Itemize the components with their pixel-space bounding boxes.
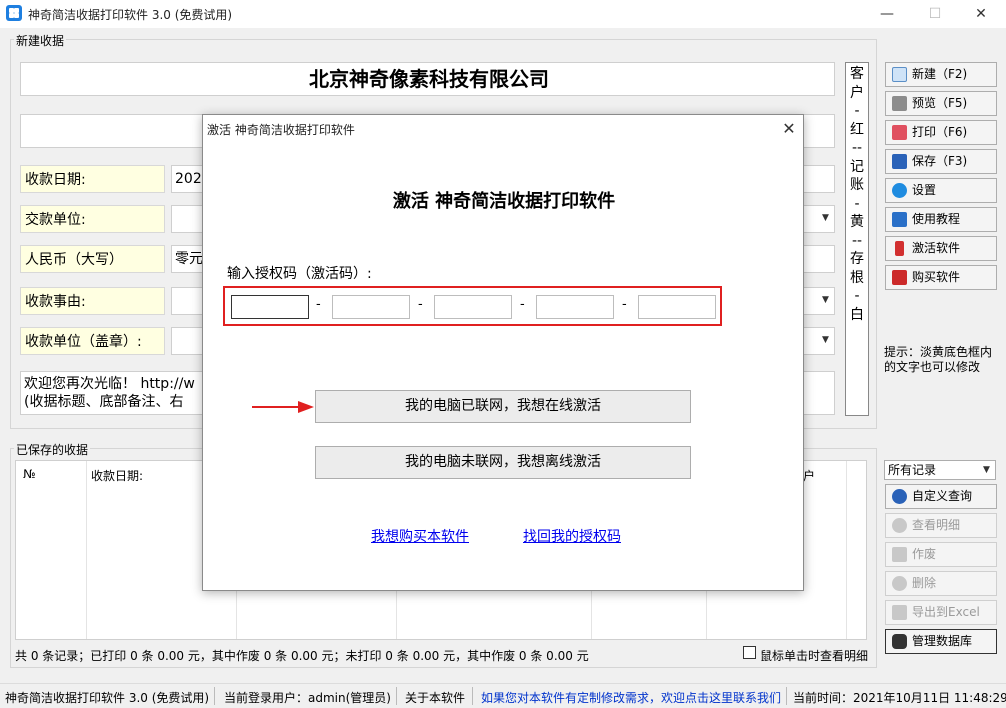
status-time: 当前时间：2021年10月11日 11:48:29	[793, 691, 1006, 705]
recover-license-link[interactable]: 找回我的授权码	[523, 526, 621, 546]
online-activate-button[interactable]: 我的电脑已联网，我想在线激活	[315, 390, 691, 423]
license-code-field-3[interactable]	[434, 295, 512, 319]
status-user: 当前登录用户：admin(管理员)	[224, 691, 391, 705]
new-button[interactable]: 新建（F2)	[885, 62, 997, 87]
title-bar: 神奇简洁收据打印软件 3.0 (免费试用) — ☐ ✕	[0, 0, 1006, 28]
buy-button[interactable]: 购买软件	[885, 265, 997, 290]
window-title: 神奇简洁收据打印软件 3.0 (免费试用)	[28, 8, 233, 22]
delete-button[interactable]: 删除	[885, 571, 997, 596]
minimize-button[interactable]: —	[864, 0, 910, 28]
date-label[interactable]: 收款日期:	[20, 165, 165, 193]
arrow-pointer-icon	[252, 401, 314, 413]
new-doc-icon	[892, 67, 907, 82]
save-button[interactable]: 保存（F3)	[885, 149, 997, 174]
settings-button[interactable]: 设置	[885, 178, 997, 203]
column-divider	[86, 461, 87, 639]
offline-activate-button[interactable]: 我的电脑未联网，我想离线激活	[315, 446, 691, 479]
copies-column[interactable]: 客 户 - 红 -- 记 账 - 黄 -- 存 根 - 白	[845, 62, 869, 416]
buy-software-link[interactable]: 我想购买本软件	[371, 526, 469, 546]
column-header-payer-fragment[interactable]: 户	[803, 467, 815, 484]
export-excel-button[interactable]: 导出到Excel	[885, 600, 997, 625]
payee-label[interactable]: 收款单位（盖章）:	[20, 327, 165, 355]
delete-icon	[892, 576, 907, 591]
activation-dialog: 激活 神奇简洁收据打印软件 ✕ 激活 神奇简洁收据打印软件 输入授权码（激活码）…	[202, 114, 804, 591]
view-detail-button[interactable]: 查看明细	[885, 513, 997, 538]
reason-label[interactable]: 收款事由:	[20, 287, 165, 315]
tutorial-button[interactable]: 使用教程	[885, 207, 997, 232]
license-code-field-4[interactable]	[536, 295, 614, 319]
status-bar: 神奇简洁收据打印软件 3.0 (免费试用) 当前登录用户：admin(管理员) …	[0, 683, 1006, 708]
book-icon	[892, 212, 907, 227]
license-code-group: - - - -	[223, 286, 722, 326]
column-header-number[interactable]: №	[23, 467, 35, 481]
manage-db-button[interactable]: 管理数据库	[885, 629, 997, 654]
amount-words-label[interactable]: 人民币（大写）	[20, 245, 165, 273]
status-app-name: 神奇简洁收据打印软件 3.0 (免费试用)	[5, 691, 210, 705]
license-code-field-5[interactable]	[638, 295, 716, 319]
search-icon	[892, 489, 907, 504]
column-divider	[846, 461, 847, 639]
column-header-date[interactable]: 收款日期:	[91, 467, 143, 484]
dialog-close-icon[interactable]: ✕	[777, 117, 801, 141]
gear-icon	[892, 183, 907, 198]
payer-label[interactable]: 交款单位:	[20, 205, 165, 233]
eye-icon	[892, 518, 907, 533]
payer-dropdown-icon[interactable]: ▼	[822, 213, 829, 223]
company-title-field[interactable]: 北京神奇像素科技有限公司	[20, 62, 835, 96]
void-icon	[892, 547, 907, 562]
hint-text: 提示：淡黄底色框内的文字也可以修改	[884, 345, 993, 374]
key-icon	[895, 241, 904, 256]
chevron-down-icon: ▼	[983, 465, 990, 475]
click-detail-label[interactable]: 鼠标单击时查看明细	[760, 647, 868, 664]
preview-button[interactable]: 预览（F5)	[885, 91, 997, 116]
print-button[interactable]: 打印（F6)	[885, 120, 997, 145]
app-icon	[6, 5, 22, 21]
printer-preview-icon	[892, 96, 907, 111]
dialog-heading: 激活 神奇简洁收据打印软件	[392, 191, 616, 212]
void-button[interactable]: 作废	[885, 542, 997, 567]
license-code-field-1[interactable]	[231, 295, 309, 319]
cart-icon	[892, 270, 907, 285]
close-button[interactable]: ✕	[958, 0, 1004, 28]
custom-query-button[interactable]: 自定义查询	[885, 484, 997, 509]
database-icon	[892, 634, 907, 649]
reason-dropdown-icon[interactable]: ▼	[822, 295, 829, 305]
new-receipt-group-label: 新建收据	[14, 32, 67, 49]
license-code-field-2[interactable]	[332, 295, 410, 319]
maximize-button[interactable]: ☐	[912, 0, 958, 28]
save-icon	[892, 154, 907, 169]
payee-dropdown-icon[interactable]: ▼	[822, 335, 829, 345]
summary-text: 共 0 条记录；已打印 0 条 0.00 元，其中作废 0 条 0.00 元；未…	[15, 649, 589, 663]
click-detail-checkbox[interactable]	[743, 646, 756, 659]
printer-icon	[892, 125, 907, 140]
activate-button[interactable]: 激活软件	[885, 236, 997, 261]
license-prompt: 输入授权码（激活码）:	[227, 266, 372, 282]
dialog-title: 激活 神奇简洁收据打印软件	[207, 123, 355, 137]
about-link[interactable]: 关于本软件	[405, 689, 465, 706]
filter-select[interactable]: 所有记录 ▼	[884, 460, 996, 480]
export-icon	[892, 605, 907, 620]
contact-link[interactable]: 如果您对本软件有定制修改需求，欢迎点击这里联系我们	[481, 689, 781, 706]
saved-receipts-group-label: 已保存的收据	[14, 441, 91, 458]
